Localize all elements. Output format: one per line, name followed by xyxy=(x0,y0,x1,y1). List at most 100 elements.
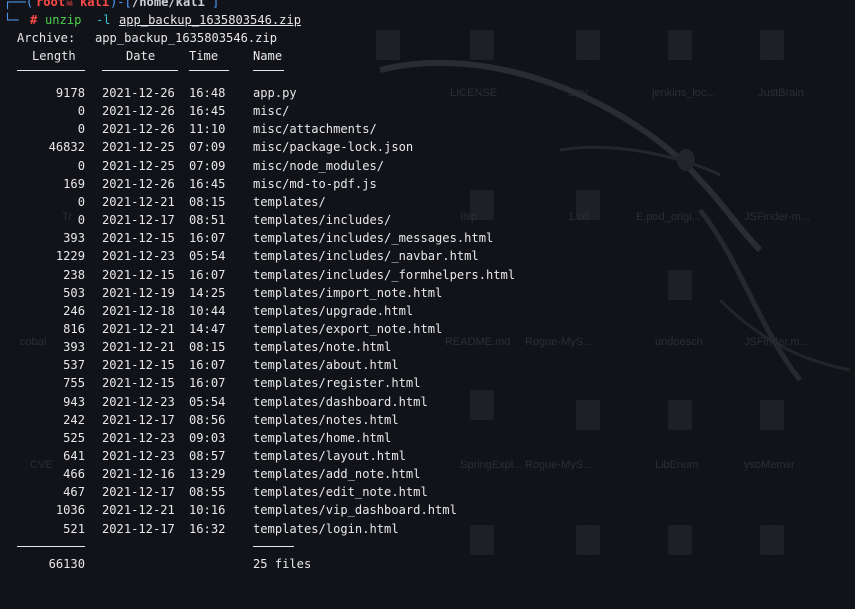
row-name: templates/ xyxy=(253,194,326,209)
command-name: unzip xyxy=(45,13,82,27)
row-name: templates/includes/ xyxy=(253,213,392,228)
row-time: 16:45 xyxy=(189,176,226,191)
row-name: misc/ xyxy=(253,104,290,119)
row-date: 2021-12-21 xyxy=(102,340,175,355)
desktop-icon-label: Ilsp xyxy=(460,211,477,223)
row-name: app.py xyxy=(253,86,297,100)
row-length: 0 xyxy=(77,104,85,119)
row-name: templates/includes/_navbar.html xyxy=(253,249,479,264)
header-length: Length xyxy=(32,49,76,63)
total-files: 25 files xyxy=(253,557,312,571)
row-date: 2021-12-26 xyxy=(102,122,175,137)
desktop-icon-label: LibEnum xyxy=(655,459,698,471)
row-name: templates/register.html xyxy=(253,376,421,391)
row-time: 13:29 xyxy=(189,467,226,482)
prompt-path: /home/kali xyxy=(132,0,205,9)
row-date: 2021-12-17 xyxy=(102,485,175,500)
row-time: 08:15 xyxy=(189,194,226,209)
row-time: 11:10 xyxy=(189,122,226,137)
row-date: 2021-12-19 xyxy=(102,285,175,300)
row-length: 393 xyxy=(63,340,85,355)
desktop-icon-label: ysoMemsr xyxy=(744,459,795,471)
row-time: 14:25 xyxy=(189,285,226,300)
row-time: 08:56 xyxy=(189,412,226,427)
row-length: 246 xyxy=(63,303,85,318)
row-name: misc/attachments/ xyxy=(253,122,377,137)
row-time: 05:54 xyxy=(189,394,226,409)
row-length: 525 xyxy=(63,430,85,445)
row-length: 0 xyxy=(77,213,85,228)
desktop-icon-label: JustBrain xyxy=(758,87,804,99)
row-date: 2021-12-26 xyxy=(102,176,175,191)
desktop-icon-label: Rogue-MyS... xyxy=(525,459,592,471)
row-name: templates/edit_note.html xyxy=(253,485,428,500)
row-length: 537 xyxy=(63,358,85,373)
prompt-line: ┌──( root ☠ kali )-[ /home/kali ] xyxy=(0,0,219,11)
desktop-icon-label: JSFinder.m... xyxy=(744,336,809,348)
row-date: 2021-12-17 xyxy=(102,521,175,536)
row-date: 2021-12-23 xyxy=(102,449,175,463)
header-name: Name xyxy=(253,49,283,63)
row-name: templates/add_note.html xyxy=(253,467,421,482)
row-name: templates/includes/_messages.html xyxy=(253,231,494,246)
command-line: └─ # unzip -l app_backup_1635803546.zip xyxy=(0,11,301,29)
row-length: 467 xyxy=(63,485,85,500)
row-date: 2021-12-15 xyxy=(102,267,175,282)
prompt-frame-bottom: └─ xyxy=(4,13,19,27)
row-name: misc/package-lock.json xyxy=(253,140,414,155)
row-time: 16:07 xyxy=(189,358,226,373)
row-length: 0 xyxy=(77,194,85,209)
row-length: 0 xyxy=(77,122,85,137)
desktop-icon-label: jenkins_loc... xyxy=(651,87,716,99)
row-date: 2021-12-15 xyxy=(102,231,175,246)
row-length: 393 xyxy=(63,231,85,246)
row-length: 521 xyxy=(63,521,85,536)
row-length: 503 xyxy=(63,285,85,300)
row-date: 2021-12-26 xyxy=(102,104,175,119)
footer-separator xyxy=(0,530,294,548)
row-date: 2021-12-23 xyxy=(102,394,175,409)
row-name: templates/layout.html xyxy=(253,449,406,463)
row-name: misc/md-to-pdf.js xyxy=(253,176,377,191)
totals-line: 66130 25 files xyxy=(0,555,312,573)
row-length: 169 xyxy=(63,176,85,191)
row-length: 1229 xyxy=(55,249,85,264)
row-length: 9178 xyxy=(55,86,85,100)
row-length: 943 xyxy=(63,394,85,409)
row-date: 2021-12-21 xyxy=(102,321,175,336)
prompt-bracket-close: ] xyxy=(212,0,220,9)
skull-icon: ☠ xyxy=(66,0,74,9)
row-date: 2021-12-15 xyxy=(102,376,175,391)
command-arg: app_backup_1635803546.zip xyxy=(119,13,302,27)
archive-line: Archive: app_backup_1635803546.zip xyxy=(0,29,277,47)
row-date: 2021-12-25 xyxy=(102,140,175,155)
row-time: 09:03 xyxy=(189,430,226,445)
prompt-host: kali xyxy=(80,0,110,9)
row-time: 16:07 xyxy=(189,376,226,391)
row-date: 2021-12-18 xyxy=(102,303,175,318)
row-time: 08:57 xyxy=(189,449,226,463)
row-date: 2021-12-23 xyxy=(102,430,175,445)
prompt-user: root xyxy=(36,0,66,9)
total-length: 66130 xyxy=(48,557,85,571)
header-time: Time xyxy=(189,49,219,63)
row-date: 2021-12-26 xyxy=(102,86,175,100)
row-length: 238 xyxy=(63,267,85,282)
header-date: Date xyxy=(126,49,156,63)
row-length: 641 xyxy=(63,449,85,463)
row-date: 2021-12-21 xyxy=(102,194,175,209)
row-time: 05:54 xyxy=(189,249,226,264)
row-time: 16:45 xyxy=(189,104,226,119)
row-time: 10:16 xyxy=(189,503,226,518)
desktop-icon-label: LICENSE xyxy=(450,87,497,99)
row-name: templates/login.html xyxy=(253,521,399,536)
row-length: 0 xyxy=(77,158,85,173)
row-name: misc/node_modules/ xyxy=(253,158,385,173)
prompt-sep: )-[ xyxy=(110,0,132,9)
row-date: 2021-12-25 xyxy=(102,158,175,173)
row-length: 242 xyxy=(63,412,85,427)
archive-label: Archive: xyxy=(17,31,76,45)
prompt-symbol: # xyxy=(30,13,38,27)
row-name: templates/note.html xyxy=(253,340,392,355)
row-length: 46832 xyxy=(48,140,85,155)
